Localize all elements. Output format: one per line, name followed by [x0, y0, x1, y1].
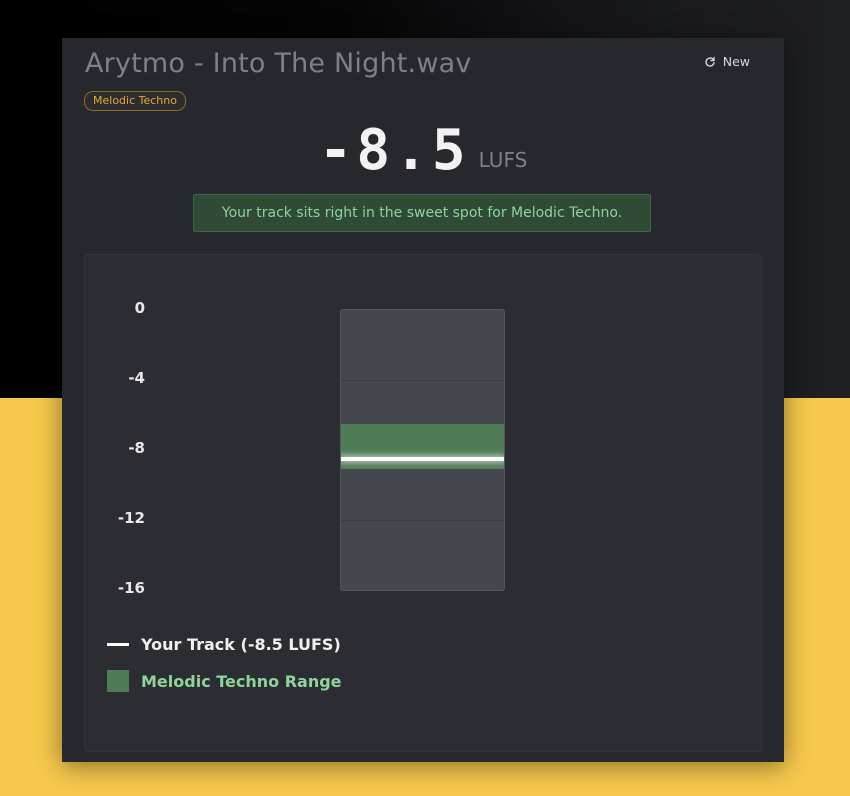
scale-tick-label: -12 [117, 509, 145, 527]
genre-badge: Melodic Techno [84, 91, 186, 111]
range-swatch [107, 670, 129, 692]
legend-item-range: Melodic Techno Range [107, 670, 342, 692]
new-button[interactable]: New [704, 54, 750, 69]
lufs-value: -8.5 [318, 118, 470, 183]
legend-item-track: Your Track (-8.5 LUFS) [107, 635, 342, 654]
scale-tick-label: -4 [128, 369, 145, 387]
analysis-card: Arytmo - Into The Night.wav New Melodic … [62, 38, 784, 762]
loudness-meter-panel: 0 -4 -8 -12 -16 Your Track (-8.5 LUFS) Melod… [84, 254, 762, 752]
new-button-label: New [722, 54, 750, 69]
loudness-meter [340, 309, 505, 591]
refresh-icon [705, 56, 715, 67]
meter-gridline [341, 519, 504, 521]
legend: Your Track (-8.5 LUFS) Melodic Techno Ra… [107, 635, 342, 708]
scale-tick-label: -8 [128, 439, 145, 457]
legend-range-label: Melodic Techno Range [141, 671, 342, 691]
genre-range-band [341, 423, 504, 470]
meter-gridline [341, 379, 504, 381]
status-banner: Your track sits right in the sweet spot … [193, 194, 651, 232]
track-swatch [107, 643, 129, 646]
lufs-readout: -8.5 LUFS [62, 118, 784, 183]
lufs-unit: LUFS [478, 148, 528, 172]
scale-tick-label: -16 [117, 579, 145, 597]
legend-track-label: Your Track (-8.5 LUFS) [141, 635, 341, 654]
file-title: Arytmo - Into The Night.wav [85, 48, 472, 79]
track-loudness-marker [341, 456, 504, 461]
scale-tick-label: 0 [134, 299, 145, 317]
